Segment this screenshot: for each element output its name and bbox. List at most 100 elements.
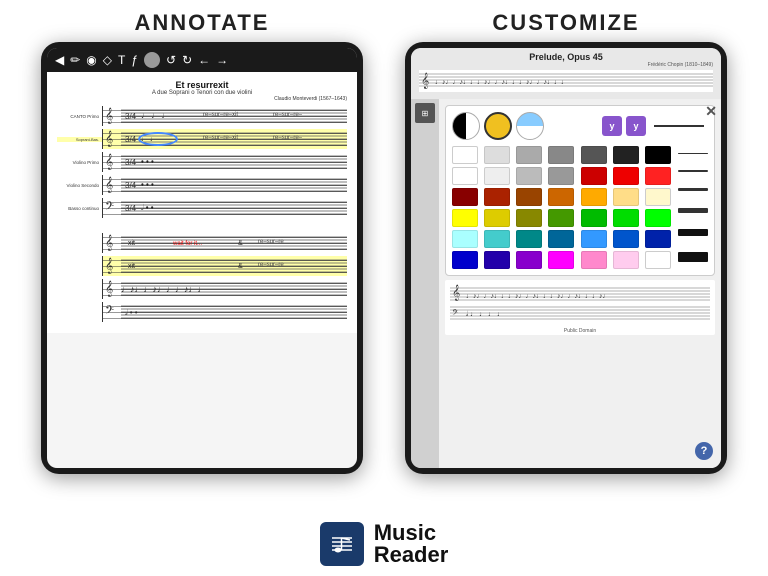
color-olive[interactable] <box>516 209 542 227</box>
style-circle-halftone[interactable] <box>452 112 480 140</box>
pencil-icon[interactable]: ✏ <box>70 53 80 67</box>
cursor-icon[interactable]: ƒ <box>131 53 138 67</box>
text-icon[interactable]: T <box>118 53 125 67</box>
color-lightgray[interactable] <box>484 146 510 164</box>
right-top-preview: Prelude, Opus 45 Frédéric Chopin (1810–1… <box>411 48 721 99</box>
line-thickness-4[interactable] <box>678 208 708 213</box>
undo-icon[interactable]: ↺ <box>166 53 176 67</box>
line-thickness-1[interactable] <box>678 153 708 154</box>
redo-icon[interactable]: ↻ <box>182 53 192 67</box>
color-hotpink[interactable] <box>581 251 607 269</box>
line-thickness-3[interactable] <box>678 188 708 191</box>
svg-text:𝄞: 𝄞 <box>105 234 113 251</box>
color-picker-panel: y y <box>445 105 715 276</box>
line-thickness-6[interactable] <box>678 252 708 262</box>
color-purple[interactable] <box>516 251 542 269</box>
color-darkblue[interactable] <box>548 230 574 248</box>
staff-row-violino1: Violino Primo 𝄞 3/4 <box>57 152 347 172</box>
color-brown[interactable] <box>516 188 542 206</box>
color-brownred[interactable] <box>484 188 510 206</box>
line-thickness-2[interactable] <box>678 170 708 172</box>
style-circle-halfblue[interactable] <box>516 112 544 140</box>
color-darkblue2[interactable] <box>645 230 671 248</box>
y-button-2[interactable]: y <box>626 116 646 136</box>
color-lightpink[interactable] <box>613 251 639 269</box>
color-gray[interactable] <box>548 146 574 164</box>
left-tablet-screen: ◀ ✏ ◉ ◇ T ƒ ↺ ↻ ← → Et resurrexit A due … <box>47 48 357 468</box>
color-darkred[interactable] <box>581 167 607 185</box>
color-lightgray2[interactable] <box>516 167 542 185</box>
color-darkyellow[interactable] <box>484 209 510 227</box>
right-preview-staff: 𝄞 ♩♪♩♩♪♩♩♩♪♩♩♪♩♩♩♪♩♩♪♩♩♩ <box>419 70 713 92</box>
staff-lines-canto: 𝄞 3/4 ♩ ♩ ♩ re–sur–re–xit <box>102 106 347 126</box>
color-yellow[interactable] <box>452 209 478 227</box>
brand-text: Music Reader <box>374 522 449 566</box>
color-navy[interactable] <box>452 251 478 269</box>
color-indigo[interactable] <box>484 251 510 269</box>
line-thickness-5[interactable] <box>678 229 708 236</box>
color-midgreen[interactable] <box>581 209 607 227</box>
color-brightgreen[interactable] <box>613 209 639 227</box>
annotation-oval <box>138 132 178 146</box>
color-midgray[interactable] <box>516 146 542 164</box>
color-cream[interactable] <box>645 188 671 206</box>
color-gray2[interactable] <box>548 167 574 185</box>
color-white[interactable] <box>452 146 478 164</box>
color-verydark[interactable] <box>613 146 639 164</box>
svg-text:𝅗𝅥 ♩ ♩ ♩ ♩: 𝅗𝅥 ♩ ♩ ♩ ♩ <box>466 310 504 318</box>
svg-text:𝄞: 𝄞 <box>105 130 113 147</box>
color-maroon[interactable] <box>452 188 478 206</box>
color-darkorange[interactable] <box>548 188 574 206</box>
y-button-1[interactable]: y <box>602 116 622 136</box>
sheet-composer: Claudio Monteverdi (1567–1643) <box>57 96 347 102</box>
branding-section: Music Reader <box>320 514 449 576</box>
right-sidebar: ⊞ <box>411 99 439 468</box>
back-icon[interactable]: ◀ <box>55 53 64 67</box>
color-white3[interactable] <box>645 251 671 269</box>
staff-row-soprani: Soprani-Bas. 𝄞 3/4 <box>57 129 347 149</box>
color-lightcyan[interactable] <box>452 230 478 248</box>
svg-text:𝄢: 𝄢 <box>452 309 459 320</box>
color-white2[interactable] <box>452 167 478 185</box>
color-brightred[interactable] <box>645 167 671 185</box>
svg-text:re–sur–re–xit: re–sur–re–xit <box>203 135 238 141</box>
staff-label-canto: CANTO Primo <box>57 114 102 119</box>
color-grid-inner <box>452 146 674 269</box>
color-blue[interactable] <box>613 230 639 248</box>
svg-text:re–sur–re: re–sur–re <box>258 239 284 245</box>
annotate-label: ANNOTATE <box>135 10 270 36</box>
brush-icon[interactable]: ◉ <box>86 53 96 67</box>
help-button[interactable]: ? <box>695 442 713 460</box>
svg-text:re–sur–re–xit: re–sur–re–xit <box>203 112 238 118</box>
sheet-content: Et resurrexit A due Soprani o Tenori con… <box>47 72 357 333</box>
color-orange[interactable] <box>581 188 607 206</box>
staff-row-canto: CANTO Primo 𝄞 3/4 <box>57 106 347 126</box>
color-magenta[interactable] <box>548 251 574 269</box>
close-button[interactable]: ✕ <box>705 103 717 121</box>
svg-text:• • •: • • • <box>141 157 154 166</box>
color-grid <box>452 146 674 269</box>
color-indicator[interactable] <box>144 52 160 68</box>
staff-lines-bottom3: 𝄞 ♩♪♩♩♪♩♩♩♪♩♩ <box>102 279 347 299</box>
color-cyan[interactable] <box>484 230 510 248</box>
staff-lines-violino2: 𝄞 3/4 • • • <box>102 175 347 195</box>
brand-logo <box>320 522 364 566</box>
prev-page-icon[interactable]: ← <box>198 53 210 67</box>
svg-text:♩ ♩: ♩ ♩ <box>141 136 157 143</box>
color-silver[interactable] <box>484 167 510 185</box>
next-page-icon[interactable]: → <box>216 53 228 67</box>
highlight-icon[interactable]: ◇ <box>103 53 112 67</box>
color-darkgray[interactable] <box>581 146 607 164</box>
grid-icon[interactable]: ⊞ <box>415 103 435 123</box>
color-teal[interactable] <box>516 230 542 248</box>
color-red[interactable] <box>613 167 639 185</box>
svg-text:3/4: 3/4 <box>125 112 137 121</box>
color-lightorange[interactable] <box>613 188 639 206</box>
color-lightblue[interactable] <box>581 230 607 248</box>
color-limegreen[interactable] <box>645 209 671 227</box>
svg-text:♩♪♩♩♪♩♩♩♪♩♩♪♩♩♩♪♩♩♪♩♩♩: ♩♪♩♩♪♩♩♩♪♩♩♪♩♩♩♪♩♩♪♩♩♩ <box>435 79 568 86</box>
line-style-sample <box>654 125 704 127</box>
color-black[interactable] <box>645 146 671 164</box>
color-darkgreen[interactable] <box>548 209 574 227</box>
style-circle-yellow[interactable] <box>484 112 512 140</box>
